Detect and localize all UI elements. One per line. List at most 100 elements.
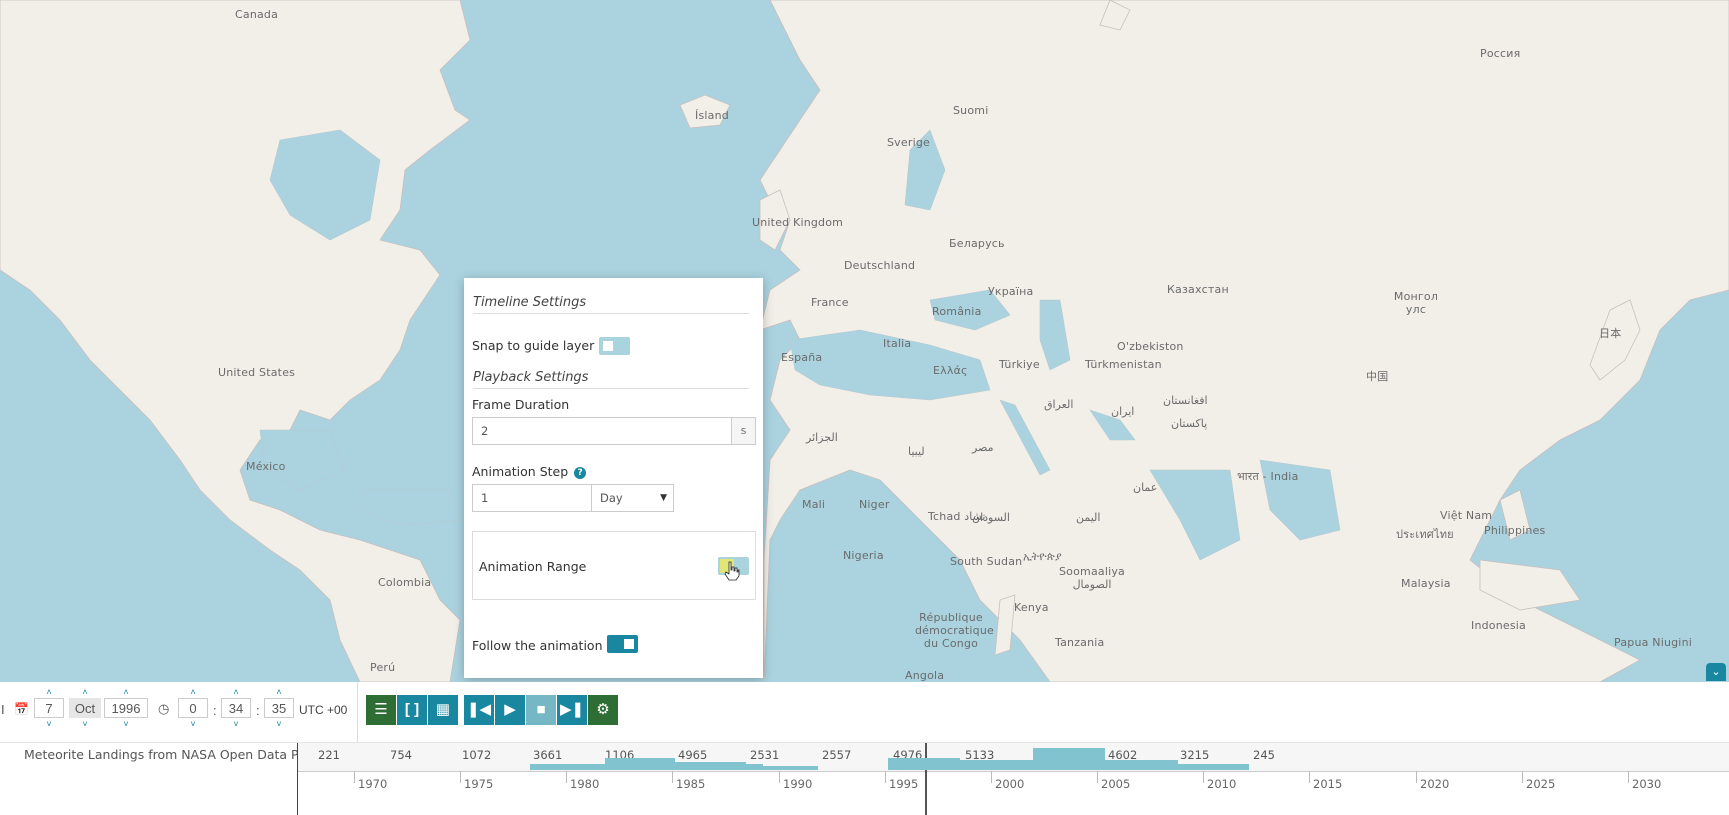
map-label: Tanzania — [1055, 636, 1105, 649]
frame-duration-unit: s — [731, 417, 756, 445]
animation-range-toggle[interactable] — [718, 557, 749, 581]
step-forward-button[interactable]: ▶❚ — [557, 695, 587, 725]
animation-step-unit-value: Day — [600, 491, 623, 505]
timeline-panel[interactable]: Meteorite Landings from NASA Open Data P… — [0, 742, 1729, 815]
minute-value[interactable]: 34 — [221, 698, 251, 718]
stop-button[interactable]: ■ — [526, 695, 556, 725]
range-start-icon[interactable]: I — [1, 702, 5, 717]
map-label: Türkiye — [999, 358, 1040, 371]
export-button[interactable]: ▦ — [428, 695, 458, 725]
map-label: ประเทศไทย — [1396, 528, 1454, 541]
animation-step-label: Animation Step ? — [472, 464, 587, 479]
animation-step-help-icon[interactable]: ? — [574, 467, 587, 479]
timeline-count-label: 3661 — [533, 748, 563, 762]
map-label: پاکستان — [1171, 417, 1208, 430]
map-label: Mali — [802, 498, 826, 511]
hour-spinner[interactable]: ˄ 0 ˅ — [178, 686, 208, 730]
year-down-icon[interactable]: ˅ — [104, 718, 148, 730]
timeline-year-label: 2025 — [1526, 777, 1556, 791]
hour-value[interactable]: 0 — [178, 698, 208, 718]
day-value[interactable]: 7 — [34, 698, 64, 718]
map-label: Papua Niugini — [1614, 636, 1692, 649]
timeline-tick — [991, 771, 992, 783]
timeline-histogram-bar — [1105, 760, 1178, 770]
map-label: México — [246, 460, 286, 473]
timeline-count-label: 245 — [1253, 748, 1275, 762]
timeline-count-label: 754 — [390, 748, 412, 762]
snap-to-guide-layer-toggle[interactable] — [599, 337, 630, 355]
map-label: République démocratique du Congo — [915, 611, 994, 650]
timeline-count-label: 3215 — [1180, 748, 1210, 762]
second-up-icon[interactable]: ˄ — [264, 686, 294, 698]
hour-up-icon[interactable]: ˄ — [178, 686, 208, 698]
timeline-tick — [1628, 771, 1629, 783]
map-label: भारत - India — [1237, 470, 1299, 483]
timeline-year-label: 1975 — [464, 777, 494, 791]
minute-down-icon[interactable]: ˅ — [221, 718, 251, 730]
minute-up-icon[interactable]: ˄ — [221, 686, 251, 698]
day-spinner[interactable]: ˄ 7 ˅ — [34, 686, 64, 730]
brackets-icon: [ ] — [404, 701, 420, 718]
frame-duration-input[interactable]: 2 — [472, 417, 732, 445]
snap-label-text: Snap to guide layer — [472, 338, 595, 353]
play-button[interactable]: ▶ — [495, 695, 525, 725]
map-label: مصر — [972, 441, 994, 454]
month-down-icon[interactable]: ˅ — [69, 718, 101, 730]
map-label: Kenya — [1014, 601, 1049, 614]
map-label: Nigeria — [843, 549, 884, 562]
range-button[interactable]: [ ] — [397, 695, 427, 725]
second-value[interactable]: 35 — [264, 698, 294, 718]
timeline-layer-name[interactable]: Meteorite Landings from NASA Open Data P… — [24, 747, 327, 762]
hour-down-icon[interactable]: ˅ — [178, 718, 208, 730]
animation-step-input[interactable]: 1 — [472, 484, 592, 512]
clock-icon[interactable]: ◷ — [158, 701, 169, 717]
month-spinner[interactable]: ˄ Oct ˅ — [69, 686, 101, 730]
map-label: ایران — [1111, 405, 1135, 418]
map-label: اليمن — [1076, 511, 1101, 524]
timeline-settings-panel: Timeline Settings Snap to guide layer ? … — [464, 278, 763, 678]
year-up-icon[interactable]: ˄ — [104, 686, 148, 698]
stop-icon: ■ — [536, 701, 546, 718]
map-label: عمان — [1133, 481, 1158, 494]
second-spinner[interactable]: ˄ 35 ˅ — [264, 686, 294, 730]
animation-step-label-text: Animation Step — [472, 464, 569, 479]
collapse-timeline-icon[interactable]: ⌄ — [1706, 663, 1726, 681]
second-down-icon[interactable]: ˅ — [264, 718, 294, 730]
day-up-icon[interactable]: ˄ — [34, 686, 64, 698]
toggle-knob — [603, 341, 613, 351]
map-label: Ελλάς — [933, 364, 968, 377]
map-label: Україна — [988, 285, 1034, 298]
month-value[interactable]: Oct — [69, 698, 101, 718]
map-label: Philippines — [1484, 524, 1546, 537]
layer-list-button[interactable]: ☰ — [366, 695, 396, 725]
list-icon: ☰ — [374, 701, 388, 718]
follow-animation-label: Follow the animation ? — [472, 638, 621, 653]
timeline-histogram-bar — [960, 760, 1033, 770]
minute-spinner[interactable]: ˄ 34 ˅ — [221, 686, 251, 730]
calendar-icon[interactable]: 📅 — [14, 702, 29, 716]
timeline-settings-title: Timeline Settings — [473, 295, 749, 314]
animation-step-unit-select[interactable]: Day ▼ — [591, 484, 674, 512]
step-back-button[interactable]: ❚◀ — [464, 695, 494, 725]
timeline-year-label: 1995 — [889, 777, 919, 791]
year-spinner[interactable]: ˄ 1996 ˅ — [104, 686, 148, 730]
timeline-cursor[interactable] — [925, 743, 927, 815]
map-label: 中国 — [1366, 370, 1389, 383]
toggle-knob — [624, 639, 634, 649]
map-label: Malaysia — [1401, 577, 1451, 590]
map-label: France — [811, 296, 849, 309]
map-label: Italia — [883, 337, 912, 350]
map-view[interactable]: Canada Ísland Suomi Sverige Россия United Kin… — [0, 0, 1729, 682]
gear-icon: ⚙ — [596, 701, 610, 718]
timeline-histogram-bar — [1033, 748, 1105, 770]
month-up-icon[interactable]: ˄ — [69, 686, 101, 698]
timezone-label[interactable]: UTC +00 — [299, 703, 347, 717]
year-value[interactable]: 1996 — [104, 698, 148, 718]
time-separator: : — [213, 703, 217, 718]
settings-button[interactable]: ⚙ — [588, 695, 618, 725]
follow-animation-toggle[interactable] — [607, 635, 638, 653]
timeline-histogram-bar — [746, 766, 818, 770]
timeline-tick — [460, 771, 461, 783]
day-down-icon[interactable]: ˅ — [34, 718, 64, 730]
timeline-count-label: 1072 — [462, 748, 492, 762]
